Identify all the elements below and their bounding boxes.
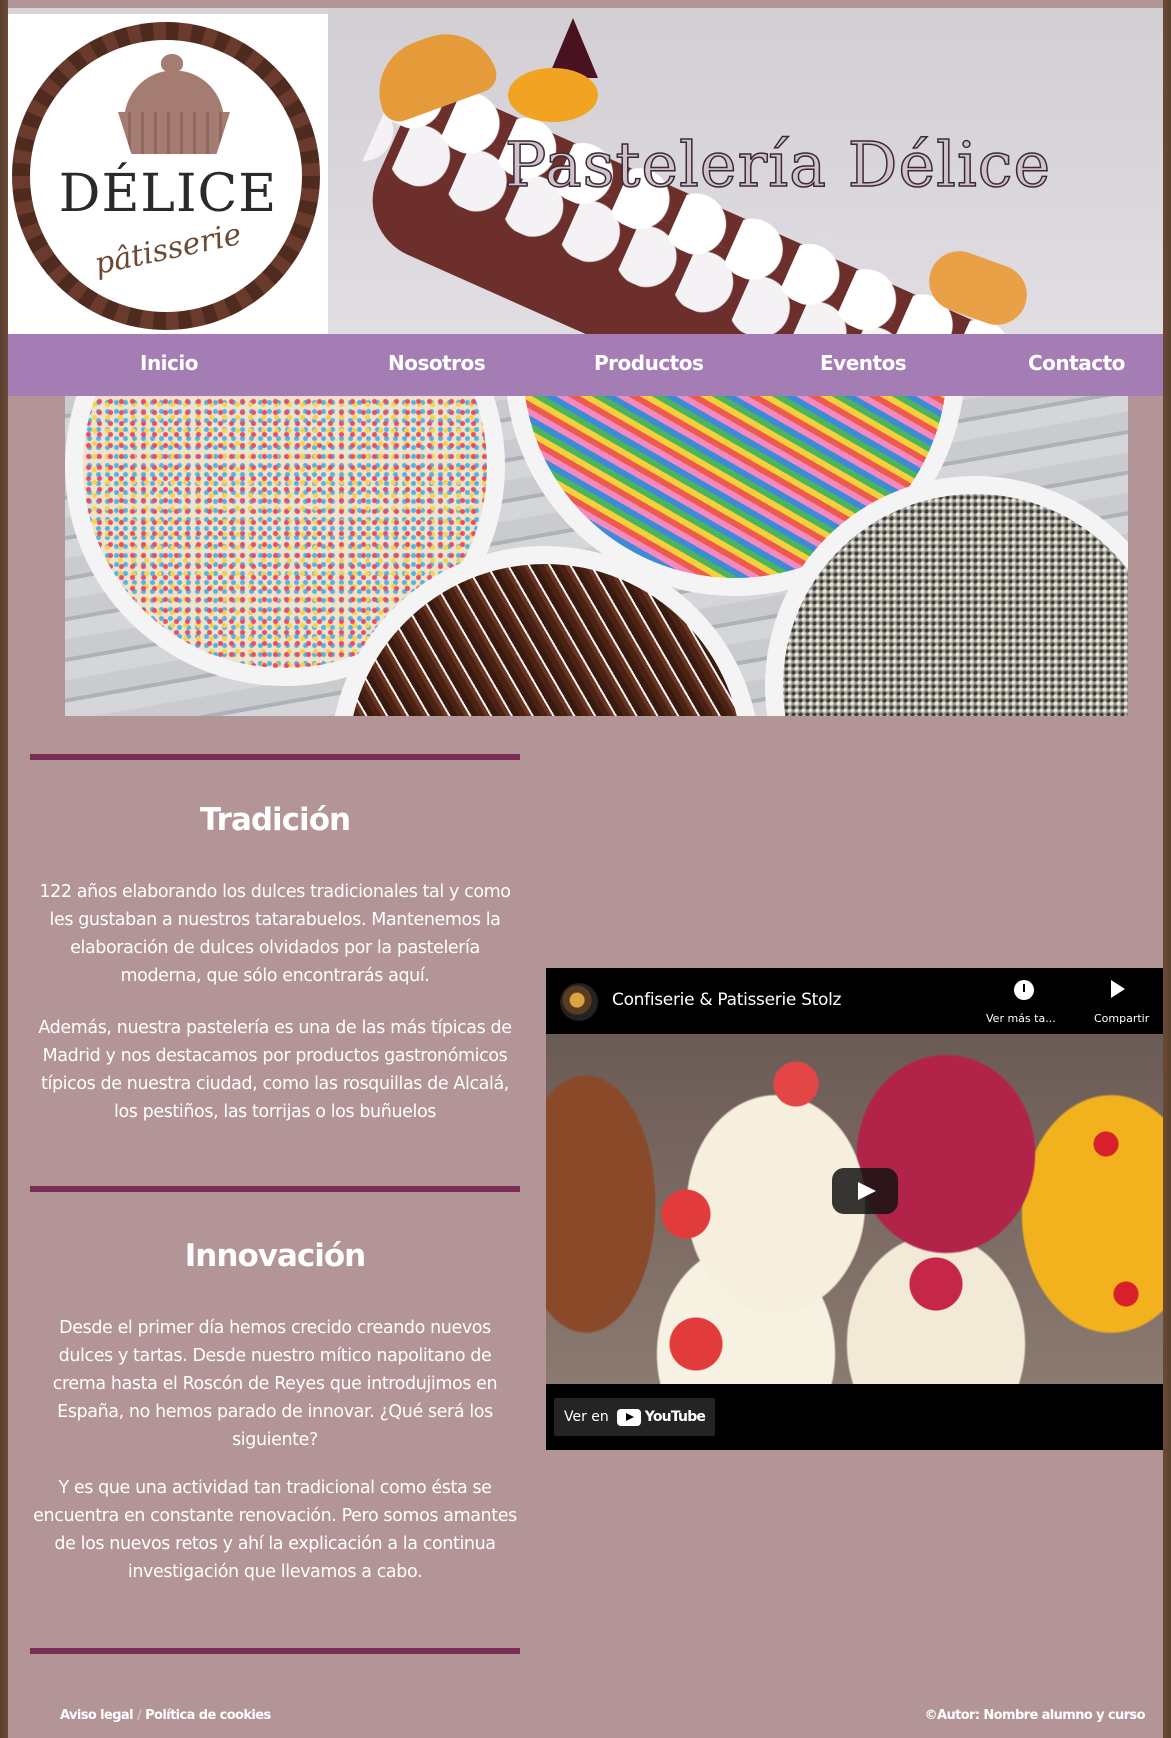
nav-item-productos[interactable]: Productos: [594, 351, 704, 375]
nav-item-inicio[interactable]: Inicio: [140, 351, 199, 375]
logo[interactable]: DÉLICE pâtisserie: [8, 14, 328, 334]
nav-item-eventos[interactable]: Eventos: [820, 351, 907, 375]
footer-author: ©Autor: Nombre alumno y curso: [924, 1708, 1146, 1723]
youtube-embed[interactable]: Confiserie & Patisserie Stolz Ver más ta…: [546, 968, 1163, 1450]
hero-title: Pastelería Délice: [504, 127, 1052, 202]
channel-avatar[interactable]: [560, 983, 598, 1021]
video-channel-title[interactable]: Confiserie & Patisserie Stolz: [612, 990, 841, 1010]
paragraph: 122 años elaborando los dulces tradicion…: [39, 882, 511, 986]
section-divider: [30, 754, 520, 760]
cookie-policy-link[interactable]: Política de cookies: [145, 1708, 271, 1723]
play-button[interactable]: [832, 1168, 898, 1214]
site-header: DÉLICE pâtisserie Pastelería Délice: [8, 8, 1163, 334]
share-icon[interactable]: [1111, 980, 1125, 998]
fruit-topping: [508, 68, 598, 122]
section-title-tradicion: Tradición: [199, 802, 351, 838]
section-divider: [30, 1186, 520, 1192]
main-nav: Inicio Nosotros Productos Eventos Contac…: [8, 334, 1163, 396]
footer-links: Aviso legal / Política de cookies: [60, 1708, 271, 1723]
share-label[interactable]: Compartir: [1094, 1012, 1149, 1025]
legal-notice-link[interactable]: Aviso legal: [60, 1708, 134, 1723]
watch-on-youtube-button[interactable]: Ver en YouTube: [554, 1398, 716, 1436]
section-title-innovacion: Innovación: [184, 1238, 366, 1274]
clock-icon[interactable]: [1014, 980, 1034, 1000]
watch-later-label[interactable]: Ver más ta...: [986, 1012, 1056, 1025]
youtube-icon: [616, 1408, 641, 1426]
nav-item-nosotros[interactable]: Nosotros: [388, 351, 486, 375]
nav-item-contacto[interactable]: Contacto: [1028, 351, 1125, 375]
youtube-wordmark: YouTube: [644, 1409, 706, 1425]
footer-separator: /: [136, 1708, 142, 1723]
sprinkles-banner-image: [65, 396, 1128, 716]
watch-on-label: Ver en: [564, 1409, 609, 1425]
video-header: Confiserie & Patisserie Stolz Ver más ta…: [546, 968, 1163, 1034]
paragraph: Además, nuestra pastelería es una de las…: [38, 1018, 512, 1122]
page: DÉLICE pâtisserie Pastelería Délice Inic…: [8, 8, 1163, 1738]
cupcake-icon-base: [118, 112, 230, 154]
section-divider: [30, 1648, 520, 1654]
paragraph: Desde el primer día hemos crecido creand…: [52, 1318, 498, 1450]
paragraph: Y es que una actividad tan tradicional c…: [33, 1478, 517, 1582]
hero-eclair-image: Pastelería Délice: [328, 8, 1163, 334]
